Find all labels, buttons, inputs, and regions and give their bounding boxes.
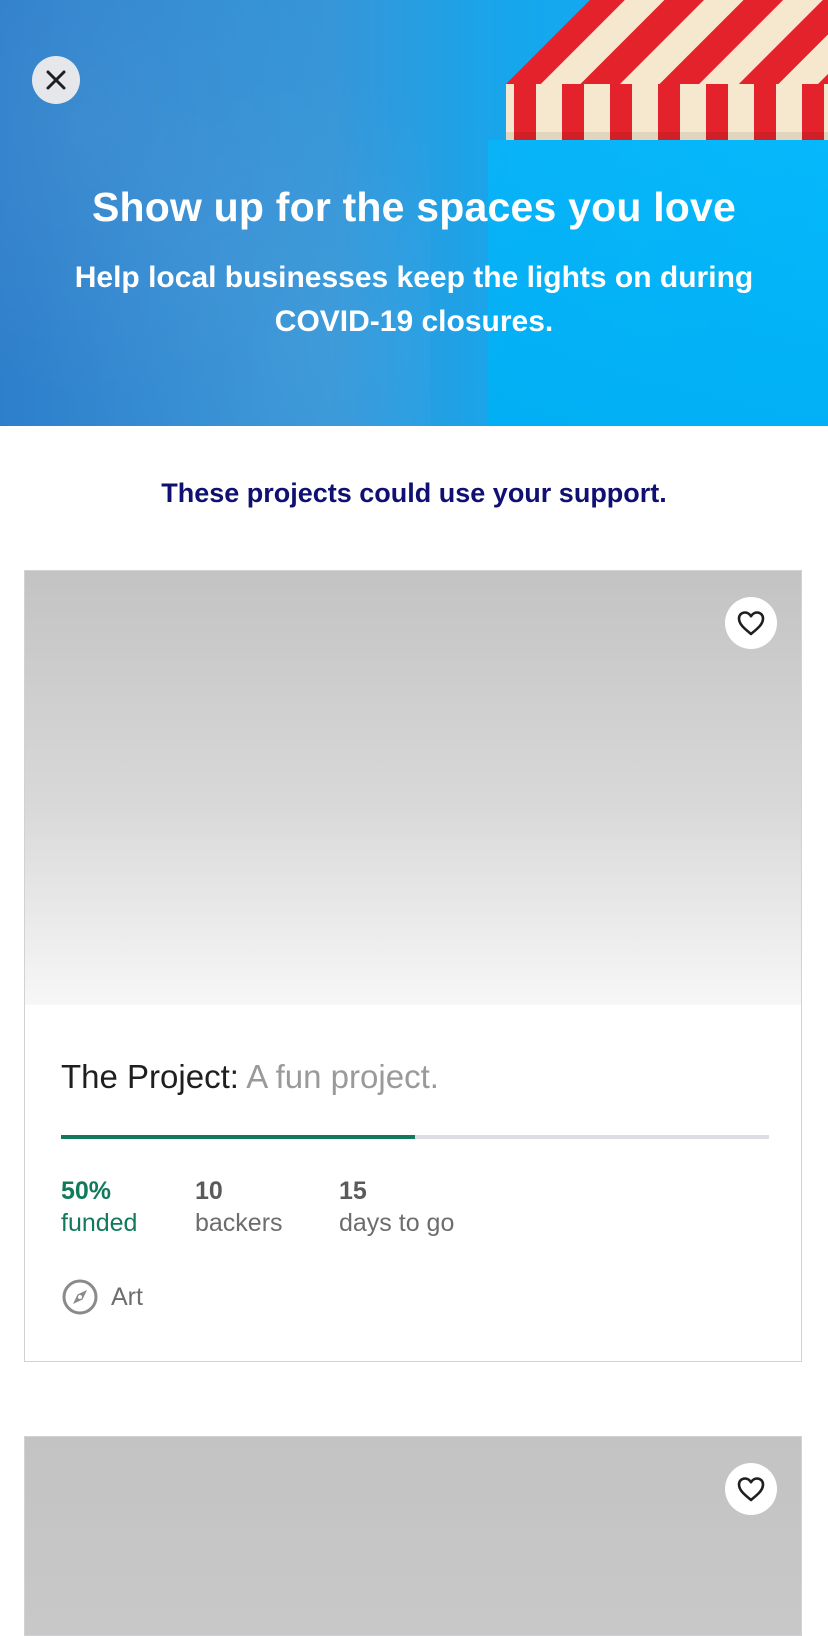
stat-backers-value: 10 [195, 1177, 223, 1205]
project-card-next[interactable] [24, 1436, 802, 1636]
stat-days-label: days to go [339, 1209, 455, 1237]
funding-progress-bar [61, 1135, 769, 1139]
heart-outline-icon [737, 1477, 765, 1502]
project-name: The Project: [61, 1058, 239, 1095]
hero-banner: Show up for the spaces you love Help loc… [0, 0, 828, 426]
stat-backers-label: backers [195, 1209, 283, 1237]
storefront-awning-illustration [506, 0, 828, 140]
hero-title: Show up for the spaces you love [91, 184, 737, 230]
compass-icon [62, 1279, 98, 1315]
heart-outline-icon [737, 611, 765, 636]
funding-progress-fill [61, 1135, 415, 1139]
stat-days-value: 15 [339, 1177, 367, 1205]
project-blurb: A fun project. [246, 1058, 439, 1095]
stat-funded-label: funded [61, 1209, 138, 1237]
stat-funded-value: 50% [61, 1177, 112, 1205]
hero-subtitle: Help local businesses keep the lights on… [74, 261, 754, 338]
stat-backers: 10 backers [195, 1175, 283, 1239]
project-title[interactable]: The Project: A fun project. [61, 1055, 439, 1099]
category-label: Art [111, 1282, 143, 1311]
close-button[interactable] [32, 56, 80, 104]
project-image-placeholder [25, 571, 801, 1005]
project-card[interactable]: The Project: A fun project. 50% funded 1… [24, 570, 802, 1362]
section-heading: These projects could use your support. [161, 478, 667, 508]
close-icon [46, 70, 66, 90]
category-tag[interactable]: Art [61, 1277, 143, 1317]
save-project-button-next[interactable] [725, 1463, 777, 1515]
stat-days: 15 days to go [339, 1175, 454, 1239]
save-project-button[interactable] [725, 597, 777, 649]
stat-funded: 50% funded [61, 1175, 137, 1239]
